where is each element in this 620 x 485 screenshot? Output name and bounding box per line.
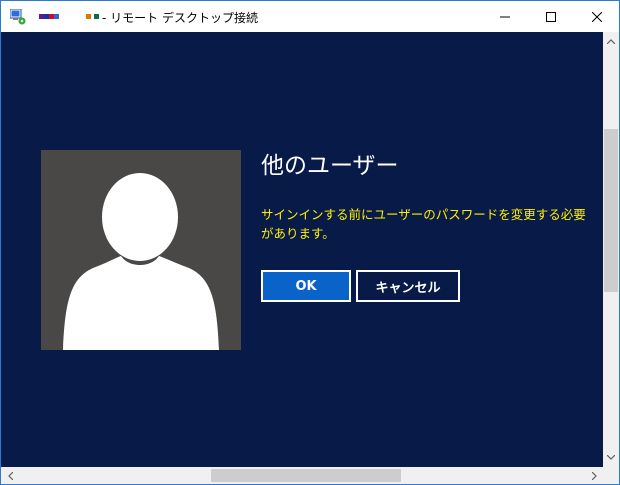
close-icon (592, 11, 602, 22)
user-silhouette-icon (63, 173, 219, 350)
user-avatar (41, 150, 241, 350)
horizontal-scroll-thumb[interactable] (211, 469, 401, 482)
scroll-left-arrow-icon[interactable] (3, 467, 17, 484)
window-title: - リモート デスクトップ接続 (102, 11, 258, 25)
dialog-heading: 他のユーザー (261, 153, 399, 179)
scrollbar-corner (603, 467, 619, 484)
scroll-up-arrow-icon[interactable] (603, 34, 619, 48)
remote-desktop-app-icon[interactable] (9, 8, 26, 25)
vertical-scroll-thumb[interactable] (604, 129, 618, 292)
remote-desktop-window: - リモート デスクトップ接続 他のユーザー サインインする前にユーザーのパスワ… (0, 0, 620, 485)
maximize-button[interactable] (528, 1, 574, 32)
remote-session-area[interactable]: 他のユーザー サインインする前にユーザーのパスワードを変更する必要があります。 … (1, 32, 603, 467)
scroll-down-arrow-icon[interactable] (603, 450, 619, 464)
minimize-button[interactable] (482, 1, 528, 32)
close-button[interactable] (574, 1, 620, 32)
password-change-message: サインインする前にユーザーのパスワードを変更する必要があります。 (261, 207, 586, 241)
redacted-title-block (86, 14, 99, 19)
vertical-scrollbar[interactable] (603, 32, 619, 467)
title-bar[interactable]: - リモート デスクトップ接続 (1, 1, 619, 32)
scroll-right-arrow-icon[interactable] (587, 467, 601, 484)
maximize-icon (546, 11, 556, 22)
cancel-button[interactable]: キャンセル (356, 270, 460, 302)
minimize-icon (500, 16, 510, 17)
horizontal-scrollbar[interactable] (1, 467, 603, 484)
redacted-title-block (39, 14, 59, 19)
ok-button[interactable]: OK (261, 270, 351, 302)
